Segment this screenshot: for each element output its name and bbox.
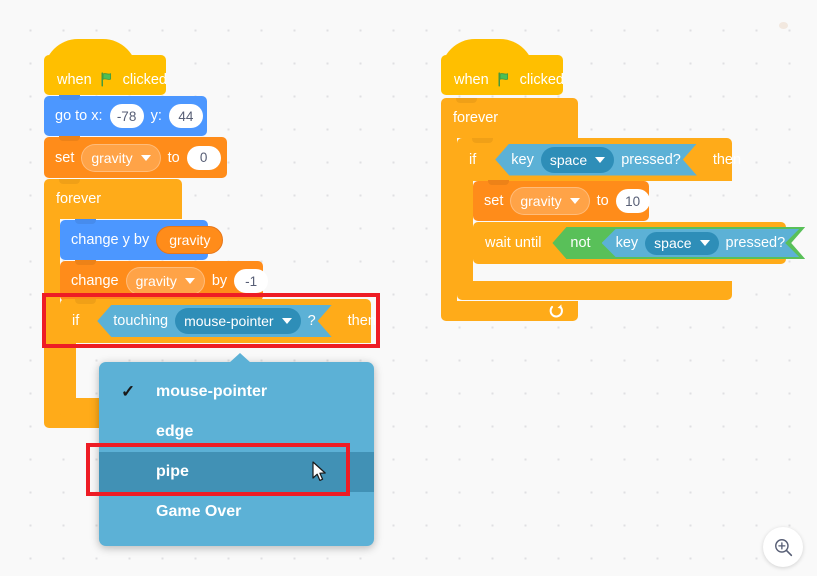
touching-question-mark: ? (307, 313, 316, 329)
key-pressed-boolean-block[interactable]: key space pressed? (495, 144, 697, 176)
go-to-y-input[interactable]: 44 (168, 104, 203, 128)
menu-item-game-over[interactable]: Game Over (99, 492, 374, 532)
forever-label: forever (453, 110, 499, 126)
set-variable-block-1[interactable]: set gravity to 0 (44, 137, 227, 178)
change-value-input[interactable]: -1 (234, 269, 269, 293)
forever-label-row[interactable]: forever (44, 179, 182, 219)
menu-item-pipe[interactable]: pipe (99, 452, 374, 492)
hat-dome (441, 39, 534, 73)
touching-label: touching (113, 313, 169, 329)
green-flag-icon (497, 72, 512, 87)
if-label: if (72, 313, 80, 329)
when-flag-clicked-hat-block-2[interactable]: when clicked (441, 39, 564, 95)
key-label: key (615, 235, 639, 251)
set-variable-name: gravity (91, 149, 133, 166)
chevron-down-icon (184, 278, 195, 284)
wait-until-block[interactable]: wait until not key space pressed? (473, 222, 786, 264)
touching-target-dropdown[interactable]: mouse-pointer (175, 308, 301, 334)
if-left-wall (60, 343, 76, 398)
not-label: not (570, 235, 591, 251)
set-variable-dropdown-2[interactable]: gravity (510, 187, 590, 215)
menu-item-label: Game Over (156, 503, 242, 520)
change-y-by-block[interactable]: change y by gravity (60, 220, 224, 260)
menu-item-label: pipe (156, 463, 189, 480)
forever-left-wall (44, 219, 60, 409)
menu-item-mouse-pointer[interactable]: mouse-pointer (99, 372, 374, 412)
go-to-y-label: y: (150, 108, 162, 124)
if-touching-header-row[interactable]: if touching mouse-pointer ? then (60, 299, 376, 343)
chevron-down-icon (569, 198, 580, 204)
key-pressed-label: pressed? (621, 151, 681, 168)
canvas-speck (779, 22, 788, 29)
go-to-xy-block[interactable]: go to x: -78 y: 44 (44, 96, 207, 136)
touching-boolean-block[interactable]: touching mouse-pointer ? (97, 305, 331, 337)
then-label: then (347, 313, 376, 329)
key-name-dropdown[interactable]: space (541, 147, 614, 173)
set-value-input-1[interactable]: 0 (186, 145, 221, 170)
forever-label-row-2[interactable]: forever (441, 98, 578, 138)
change-variable-block[interactable]: change gravity by -1 (60, 261, 269, 301)
hat-dome (44, 39, 137, 73)
key-label: key (511, 151, 534, 168)
gravity-variable-reporter[interactable]: gravity (156, 226, 224, 254)
set-to-label: to (596, 193, 609, 209)
dropdown-caret-arrow (229, 353, 251, 363)
set-variable-dropdown-1[interactable]: gravity (81, 143, 161, 172)
when-label: when (57, 72, 92, 88)
if-key-header-row[interactable]: if key space pressed? then (457, 138, 741, 181)
set-to-label: to (167, 149, 180, 166)
set-value-input-2[interactable]: 10 (615, 189, 650, 213)
change-by-label: by (211, 273, 228, 289)
key-pressed-boolean-block-2[interactable]: key space pressed? (602, 229, 800, 257)
touching-target-value: mouse-pointer (184, 313, 274, 329)
set-variable-name: gravity (520, 193, 562, 209)
chevron-down-icon (700, 240, 710, 246)
green-flag-icon (100, 72, 115, 87)
clicked-label: clicked (122, 72, 167, 88)
loop-arrow-icon (547, 303, 564, 320)
menu-item-label: mouse-pointer (156, 383, 268, 400)
key-name-value: space (654, 235, 692, 251)
change-variable-name: gravity (135, 273, 177, 289)
zoom-in-button[interactable] (763, 527, 803, 567)
zoom-in-icon (774, 538, 792, 556)
mouse-cursor (312, 461, 328, 483)
key-name-dropdown-2[interactable]: space (645, 232, 718, 255)
chevron-down-icon (140, 154, 151, 161)
menu-item-label: edge (156, 423, 194, 440)
forever-left-wall-2 (441, 138, 457, 301)
key-name-value: space (549, 151, 588, 168)
forever-bottom-bar-2[interactable] (441, 301, 578, 321)
forever-label: forever (56, 191, 102, 207)
if-key-left-wall (457, 181, 473, 281)
scratch-workspace-canvas[interactable]: when clicked go to x: -78 y: 44 set grav… (0, 0, 817, 576)
change-label: change (71, 273, 119, 289)
set-label: set (484, 193, 504, 209)
menu-item-edge[interactable]: edge (99, 412, 374, 452)
key-pressed-label: pressed? (725, 235, 786, 251)
go-to-x-label: go to x: (55, 108, 103, 124)
not-operator-block[interactable]: not key space pressed? (552, 227, 805, 259)
if-key-bottom-bar (457, 281, 732, 300)
touching-target-dropdown-menu[interactable]: mouse-pointer edge pipe Game Over (99, 353, 374, 546)
clicked-label: clicked (519, 72, 564, 88)
change-variable-dropdown[interactable]: gravity (125, 267, 205, 295)
go-to-x-input[interactable]: -78 (109, 104, 144, 128)
when-label: when (454, 72, 489, 88)
if-label: if (469, 151, 477, 168)
then-label: then (712, 151, 742, 168)
set-label: set (55, 149, 75, 166)
wait-until-label: wait until (485, 235, 542, 251)
set-variable-block-2[interactable]: set gravity to 10 (473, 181, 650, 221)
when-flag-clicked-hat-block-1[interactable]: when clicked (44, 39, 167, 95)
change-y-label: change y by (71, 232, 150, 248)
chevron-down-icon (595, 157, 605, 163)
chevron-down-icon (282, 318, 292, 324)
